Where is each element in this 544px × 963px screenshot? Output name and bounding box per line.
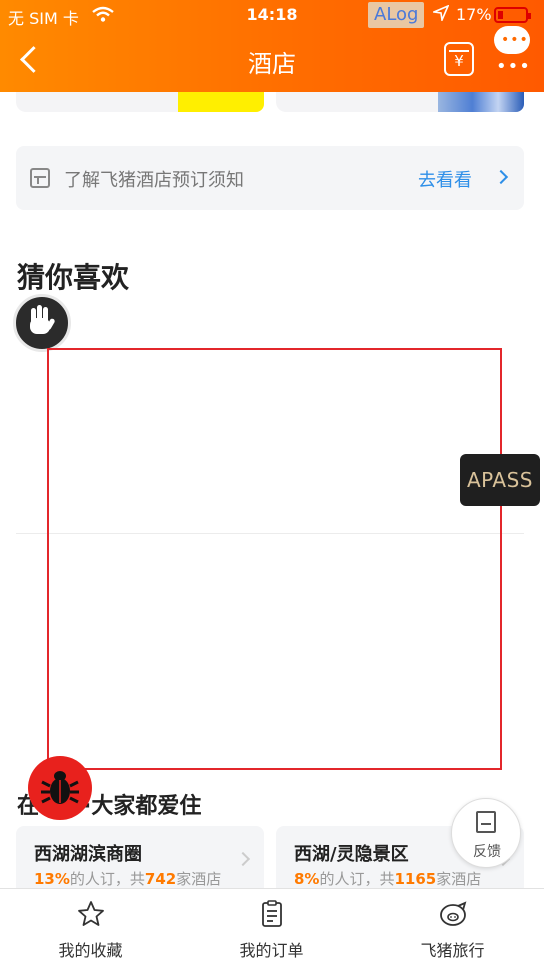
hand-icon	[30, 305, 55, 334]
bug-icon	[41, 771, 79, 804]
star-icon	[78, 901, 104, 926]
chevron-right-icon	[235, 851, 251, 867]
popular-title-suffix: ·大家都爱住	[83, 794, 202, 819]
bottom-tab-bar: 我的收藏 我的订单 飞猪旅行	[0, 888, 544, 963]
tab-label: 我的订单	[239, 941, 304, 960]
edit-note-icon	[476, 811, 496, 833]
location-arrow-icon	[433, 5, 449, 21]
header-bar: 无 SIM 卡 14:18 ALog 17% 酒店 ¥ ••• •••	[0, 0, 544, 92]
tab-label: 我的收藏	[58, 941, 123, 960]
feedback-label: 反馈	[473, 844, 501, 860]
message-bubble-icon[interactable]: •••	[494, 26, 530, 54]
area-card[interactable]: 西湖湖滨商圈 13%的人订，共742家酒店	[16, 826, 264, 896]
area-name: 西湖湖滨商圈	[34, 844, 142, 865]
tab-label: 飞猪旅行	[420, 941, 485, 960]
hand-gesture-button[interactable]	[13, 294, 71, 352]
feedback-button[interactable]: 反馈	[451, 798, 521, 868]
tab-fliggy[interactable]: 飞猪旅行	[362, 889, 543, 963]
notice-link[interactable]: 去看看	[418, 166, 472, 192]
promo-card-right[interactable]	[276, 92, 524, 112]
promo-card-image	[438, 92, 524, 112]
status-bar: 无 SIM 卡 14:18 ALog 17%	[0, 0, 544, 30]
selection-highlight-box	[47, 348, 502, 770]
alog-badge[interactable]: ALog	[368, 2, 425, 28]
notice-text: 了解飞猪酒店预订须知	[64, 170, 244, 191]
apass-button[interactable]: APASS	[460, 454, 540, 506]
battery-percent: 17%	[456, 5, 492, 24]
chevron-right-icon	[493, 169, 509, 185]
area-stat: 13%的人订，共742家酒店	[34, 870, 222, 888]
area-name: 西湖/灵隐景区	[294, 844, 409, 865]
promo-card-left[interactable]	[16, 92, 264, 112]
booking-notice-bar[interactable]: 了解飞猪酒店预订须知 去看看	[16, 146, 524, 210]
area-stat: 8%的人订，共1165家酒店	[294, 870, 482, 888]
order-icon	[262, 900, 282, 927]
nav-bar: 酒店 ¥ ••• •••	[0, 26, 544, 84]
yen-icon: ¥	[454, 52, 464, 70]
more-menu-icon[interactable]: •••	[496, 56, 531, 77]
notice-icon	[30, 168, 50, 188]
price-tag-button[interactable]: ¥	[444, 42, 474, 76]
debug-button[interactable]	[28, 756, 92, 820]
pig-icon	[440, 901, 467, 926]
battery-icon	[494, 7, 531, 23]
recommend-title: 猜你喜欢	[17, 261, 130, 294]
tab-favorites[interactable]: 我的收藏	[0, 889, 181, 963]
tab-orders[interactable]: 我的订单	[181, 889, 362, 963]
promo-card-image	[178, 92, 264, 112]
